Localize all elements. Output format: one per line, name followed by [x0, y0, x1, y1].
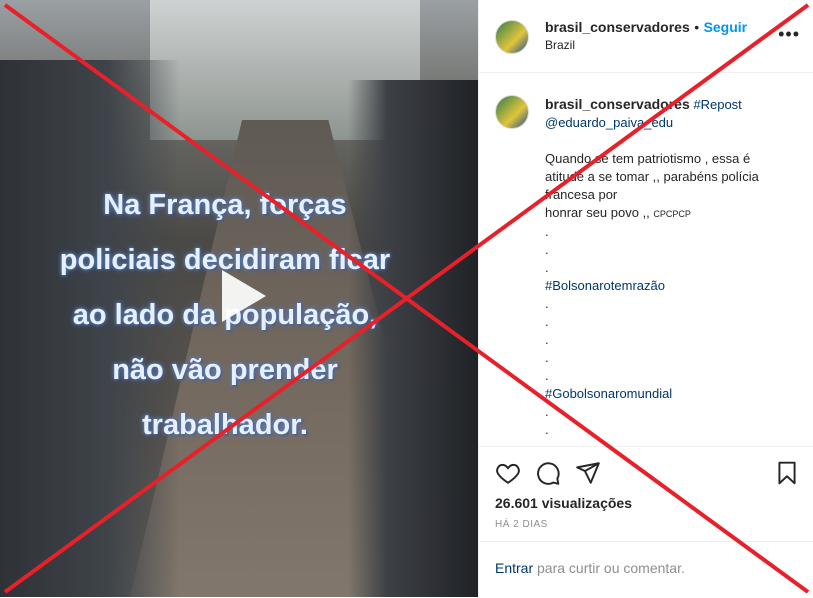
hashtag-link[interactable]: #Bolsonarotemrazão	[545, 277, 795, 295]
caption-text-line-4: honrar seu povo ,, CPCPCP	[545, 204, 795, 223]
overlay-line: trabalhador.	[142, 409, 308, 441]
caption-avatar[interactable]	[495, 95, 529, 129]
avatar[interactable]	[495, 20, 529, 54]
share-icon[interactable]	[575, 460, 601, 486]
caption-dot: .	[545, 296, 549, 311]
hashtag-link[interactable]: #Gobolsonaromundial	[545, 385, 795, 403]
caption-dot: .	[545, 350, 549, 365]
caption-dot: .	[545, 368, 549, 383]
caption-text-line: Quando se tem patriotismo , essa é	[545, 151, 751, 166]
caption-text: honrar seu povo ,,	[545, 205, 654, 220]
caption-dot: .	[545, 242, 549, 257]
caption-dot: .	[545, 404, 549, 419]
header-title-row: brasil_conservadores • Seguir	[545, 19, 747, 37]
separator-dot: •	[694, 19, 700, 35]
caption-text-line: atitude a se tomar ,, parabéns polícia	[545, 169, 759, 184]
comment-icon[interactable]	[535, 460, 561, 486]
login-link[interactable]: Entrar	[495, 560, 533, 576]
caption-text-line: francesa por	[545, 187, 618, 202]
play-icon[interactable]	[208, 264, 272, 328]
post-header: brasil_conservadores • Seguir Brazil •••	[479, 0, 813, 73]
login-prompt: Entrar para curtir ou comentar.	[479, 541, 813, 598]
location-link[interactable]: Brazil	[545, 38, 575, 52]
caption-small-text: CPCPCP	[653, 209, 691, 219]
caption-dot: .	[545, 224, 549, 239]
username-link[interactable]: brasil_conservadores	[545, 19, 690, 35]
overlay-line: Na França, forças	[103, 189, 347, 221]
more-options-icon[interactable]: •••	[778, 24, 800, 45]
login-text: para curtir ou comentar.	[533, 560, 685, 576]
mention-link[interactable]: @eduardo_paiva_edu	[545, 114, 795, 132]
post-caption: brasil_conservadores #Repost @eduardo_pa…	[545, 95, 795, 439]
login-row: Entrar para curtir ou comentar.	[495, 560, 685, 578]
post-actions: 26.601 visualizações HÁ 2 DIAS Entrar pa…	[479, 446, 813, 597]
caption-dot: .	[545, 260, 549, 275]
caption-username-link[interactable]: brasil_conservadores	[545, 96, 690, 112]
heart-icon[interactable]	[495, 460, 521, 486]
caption-dot: .	[545, 422, 549, 437]
repost-hashtag[interactable]: #Repost	[693, 97, 741, 112]
bookmark-icon[interactable]	[774, 460, 800, 486]
follow-button[interactable]: Seguir	[704, 19, 748, 35]
post-side-panel: brasil_conservadores • Seguir Brazil •••…	[478, 0, 813, 597]
post-timestamp[interactable]: HÁ 2 DIAS	[495, 519, 548, 530]
caption-dot: .	[545, 314, 549, 329]
view-count[interactable]: 26.601 visualizações	[495, 495, 632, 511]
overlay-line: não vão prender	[112, 354, 338, 386]
caption-dot: .	[545, 332, 549, 347]
video-player[interactable]: Na França, forças policiais decidiram fi…	[0, 0, 478, 597]
